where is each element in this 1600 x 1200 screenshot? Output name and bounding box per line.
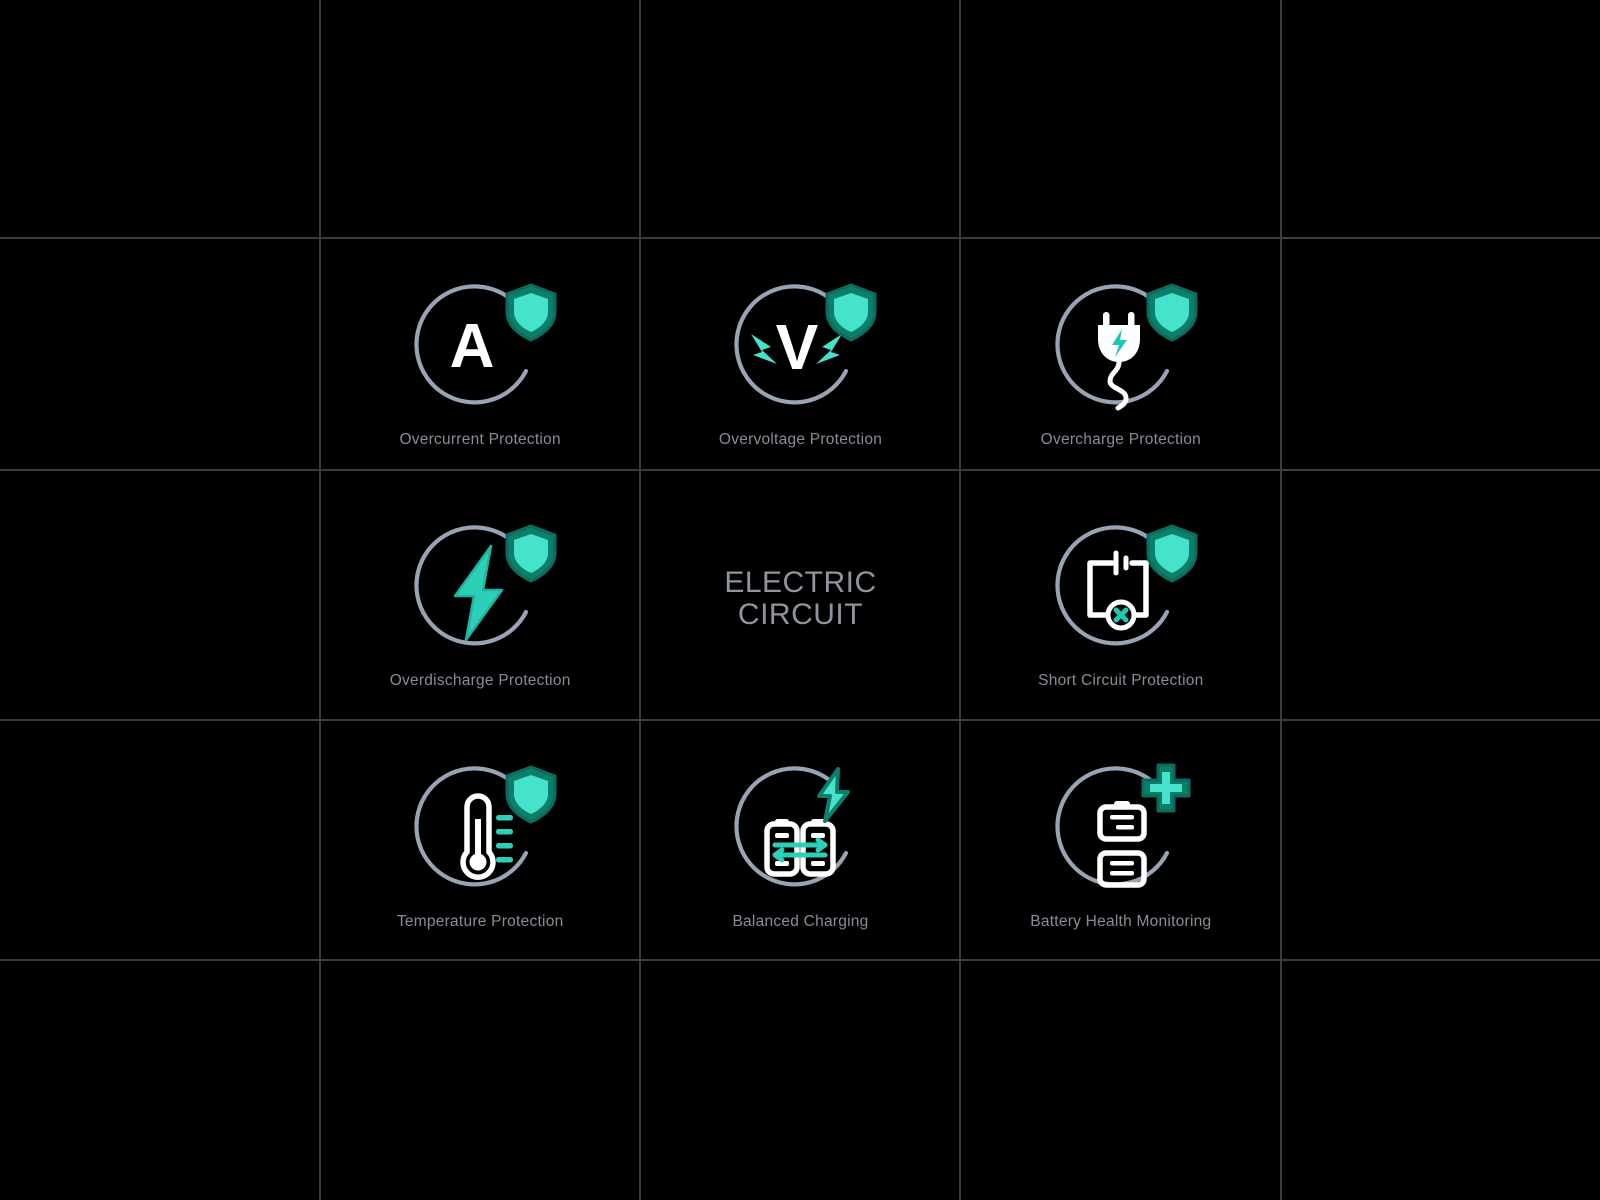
cell-overvoltage-protection[interactable]: V Overvoltage Protection [640,238,960,479]
letter-a-shield-icon: A [395,267,565,437]
title-line-2: CIRCUIT [737,597,864,631]
thermometer-shield-icon [395,749,565,919]
circuit-cross-shield-icon [1036,508,1206,678]
cell-short-circuit-protection[interactable]: Short Circuit Protection [961,479,1281,720]
svg-text:V: V [776,311,819,383]
cell-electric-circuit-title: ELECTRIC CIRCUIT [640,479,960,720]
battery-cells-cross-icon [1036,749,1206,919]
title-block: ELECTRIC CIRCUIT [724,565,877,632]
cell-overcharge-protection[interactable]: Overcharge Protection [961,238,1281,479]
cell-balanced-charging[interactable]: Balanced Charging [640,719,960,960]
cell-overdischarge-protection[interactable]: Overdischarge Protection [320,479,640,720]
two-batteries-bolt-icon [715,749,885,919]
title-line-1: ELECTRIC [724,565,877,599]
icon-set-canvas: A Overcurrent Protection V Overvoltage P… [0,0,1600,1200]
letter-v-bolts-shield-icon: V [715,267,885,437]
svg-text:A: A [450,312,495,381]
cell-temperature-protection[interactable]: Temperature Protection [320,719,640,960]
protection-feature-grid: A Overcurrent Protection V Overvoltage P… [320,238,1281,960]
bolt-shield-icon [395,508,565,678]
cell-battery-health-monitoring[interactable]: Battery Health Monitoring [961,719,1281,960]
cell-overcurrent-protection[interactable]: A Overcurrent Protection [320,238,640,479]
plug-shield-icon [1036,267,1206,437]
